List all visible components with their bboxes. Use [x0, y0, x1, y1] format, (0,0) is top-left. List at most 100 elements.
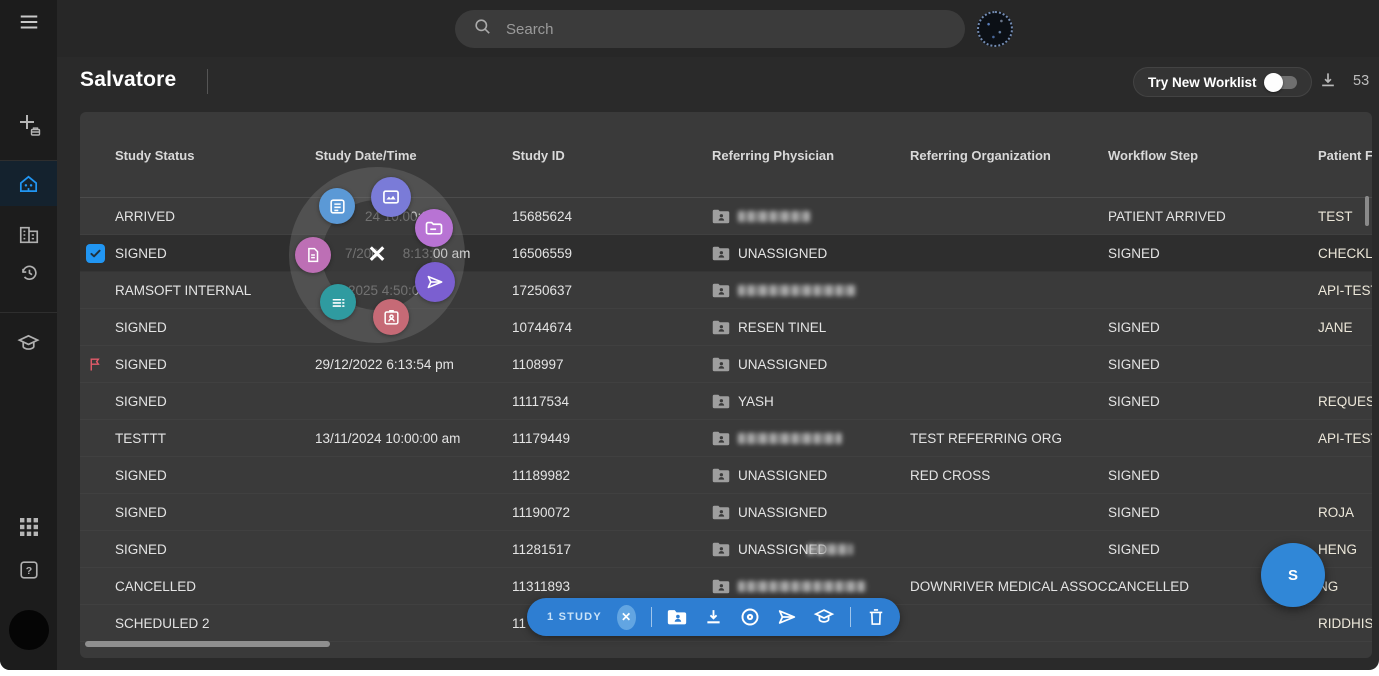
toggle-switch[interactable] [1267, 76, 1297, 89]
cell-study-id: 11 [512, 605, 526, 642]
cell-workflow-step: SIGNED [1108, 309, 1160, 346]
cell-referring-physician: UNASSIGNED [712, 346, 827, 383]
cell-patient-first-name: JANE [1318, 309, 1353, 346]
table-row[interactable]: SIGNED10744674RESEN TINELSIGNEDJANE [80, 309, 1372, 346]
help-icon[interactable]: ? [0, 548, 57, 592]
cell-workflow-step: PATIENT ARRIVED [1108, 198, 1226, 235]
folder-icon[interactable] [415, 209, 453, 247]
cell-referring-physician [712, 420, 842, 457]
cell-study-status: SIGNED [115, 346, 167, 383]
cell-study-id: 15685624 [512, 198, 572, 235]
physician-folder-icon [712, 579, 730, 594]
physician-folder-icon [712, 283, 730, 298]
table-row[interactable]: ARRIVED24 10:00:015685624PATIENT ARRIVED… [80, 198, 1372, 235]
history-icon[interactable] [0, 251, 57, 295]
physician-folder-icon [712, 542, 730, 557]
cell-study-status: SIGNED [115, 494, 167, 531]
row-checkbox-checked[interactable] [86, 244, 105, 263]
horizontal-scrollbar[interactable] [85, 641, 330, 647]
search-input[interactable] [506, 21, 947, 38]
search-bar[interactable] [455, 10, 965, 48]
table-row[interactable]: RAMSOFT INTERNAL2025 4:50:017250637API-T… [80, 272, 1372, 309]
redacted-text [738, 285, 856, 296]
disc-burn-icon[interactable] [739, 606, 761, 628]
cell-study-status: ARRIVED [115, 198, 175, 235]
clear-selection-icon[interactable]: ✕ [617, 605, 636, 630]
column-header[interactable]: Referring Organization [910, 148, 1051, 168]
column-header[interactable]: Workflow Step [1108, 148, 1198, 168]
cell-referring-physician: UNASSIGNED [712, 531, 853, 568]
column-header[interactable]: Referring Physician [712, 148, 834, 168]
redacted-text [738, 433, 842, 444]
svg-text:?: ? [25, 565, 31, 577]
physician-folder-icon [712, 209, 730, 224]
cell-study-id: 11117534 [512, 383, 569, 420]
cell-workflow-step: SIGNED [1108, 457, 1160, 494]
physician-folder-icon [712, 468, 730, 483]
cell-workflow-step: SIGNED [1108, 494, 1160, 531]
physician-folder-icon [712, 431, 730, 446]
cell-referring-physician: RESEN TINEL [712, 309, 826, 346]
try-new-worklist-toggle[interactable]: Try New Worklist [1133, 67, 1312, 97]
education-icon[interactable] [0, 321, 57, 365]
cell-patient-first-name: TEST [1318, 198, 1353, 235]
table-row[interactable]: SIGNED11190072UNASSIGNEDSIGNEDROJA [80, 494, 1372, 531]
cell-study-id: 1108997 [512, 346, 564, 383]
selection-action-bar: 1 STUDY ✕ [527, 598, 900, 636]
cell-referring-physician: UNASSIGNED [712, 457, 827, 494]
assistant-orb-icon[interactable] [977, 11, 1013, 47]
close-icon[interactable]: ✕ [362, 239, 392, 269]
download-worklist-icon[interactable] [1318, 70, 1338, 95]
patient-card-icon[interactable] [373, 299, 409, 335]
column-header[interactable]: Study Status [115, 148, 194, 168]
table-row[interactable]: TESTTT13/11/2024 10:00:00 am11179449TEST… [80, 420, 1372, 457]
report-icon[interactable] [319, 188, 355, 224]
table-row[interactable]: SIGNED29/12/2022 6:13:54 pm1108997UNASSI… [80, 346, 1372, 383]
table-row[interactable]: SIGNED7/2008:13:00 am16506559UNASSIGNEDS… [80, 235, 1372, 272]
cell-study-status: CANCELLED [115, 568, 196, 605]
patient-folder-icon[interactable] [666, 606, 688, 628]
image-viewer-icon[interactable] [371, 177, 411, 217]
document-icon[interactable] [295, 237, 331, 273]
download-icon[interactable] [703, 607, 724, 628]
column-header[interactable]: Study Date/Time [315, 148, 417, 168]
send-icon[interactable] [776, 606, 798, 628]
table-row[interactable]: SIGNED11281517UNASSIGNEDSIGNEDHENG [80, 531, 1372, 568]
actionbar-divider [651, 607, 652, 627]
table-row[interactable]: SIGNED11189982UNASSIGNEDRED CROSSSIGNED [80, 457, 1372, 494]
cell-referring-physician [712, 272, 856, 309]
cell-workflow-step: CANCELLED [1108, 568, 1189, 605]
physician-folder-icon [712, 505, 730, 520]
cell-patient-first-name: CHECKLY [1318, 235, 1372, 272]
menu-icon[interactable] [0, 0, 57, 44]
cell-study-id: 17250637 [512, 272, 572, 309]
cell-referring-organization: TEST REFERRING ORG [910, 420, 1062, 457]
user-avatar-fab[interactable]: S [1261, 543, 1325, 607]
cell-patient-first-name: ROJA [1318, 494, 1354, 531]
app-window: ? Salvatore Try New Worklist 53 Study St… [0, 0, 1379, 670]
cell-study-status: SIGNED [115, 383, 167, 420]
table-row[interactable]: SIGNED11117534YASHSIGNEDREQUEST [80, 383, 1372, 420]
search-icon [473, 17, 492, 41]
cell-study-id: 10744674 [512, 309, 572, 346]
cell-patient-first-name: API-TEST [1318, 272, 1372, 309]
flag-icon [86, 355, 105, 374]
add-study-icon[interactable] [0, 103, 57, 147]
cell-study-status: SIGNED [115, 457, 167, 494]
home-icon[interactable] [0, 161, 57, 205]
education-icon[interactable] [813, 606, 835, 628]
cell-referring-physician: UNASSIGNED [712, 494, 827, 531]
cell-study-status: SCHEDULED 2 [115, 605, 210, 642]
column-header[interactable]: Study ID [512, 148, 565, 168]
redacted-text [738, 581, 866, 592]
trash-icon[interactable] [866, 607, 886, 627]
table-header-row: Study Status Study Date/Time Study ID Refer… [80, 112, 1372, 198]
cell-patient-first-name: API-TEST [1318, 420, 1372, 457]
vertical-scrollbar[interactable] [1365, 196, 1369, 226]
notes-icon[interactable] [320, 284, 356, 320]
account-avatar[interactable] [0, 608, 57, 652]
apps-grid-icon[interactable] [0, 505, 57, 549]
send-icon[interactable] [415, 262, 455, 302]
physician-folder-icon [712, 246, 730, 261]
column-header[interactable]: Patient Fir [1318, 148, 1372, 168]
